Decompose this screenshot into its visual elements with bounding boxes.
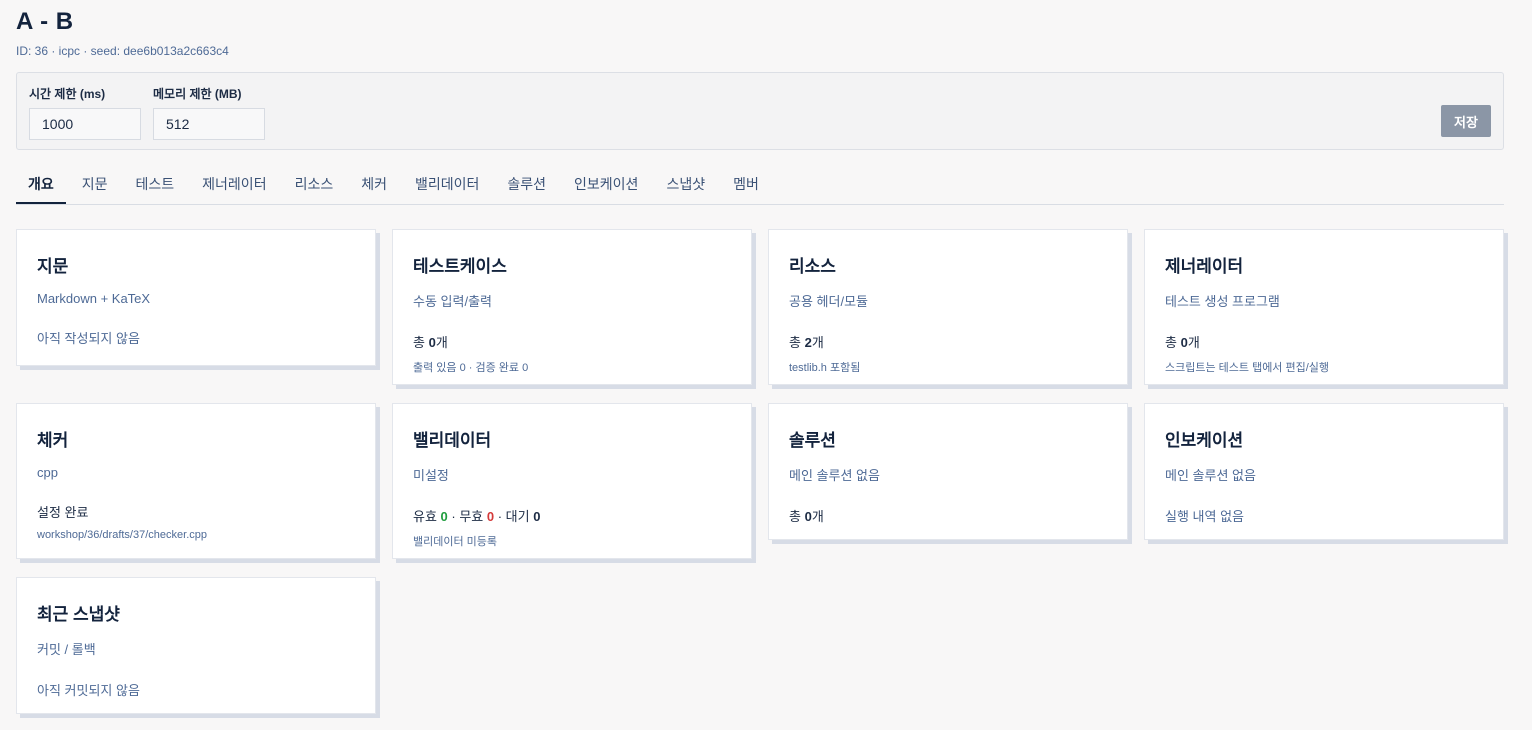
card-title: 리소스: [789, 257, 836, 276]
card-note: testlib.h 포함됨: [789, 362, 861, 374]
card-status: 아직 커밋되지 않음: [37, 683, 140, 698]
problem-overview-page: A - B ID: 36 · icpc · seed: dee6b013a2c6…: [0, 0, 1532, 730]
card-stat: 총 2개: [789, 335, 824, 350]
snapshot-card[interactable]: 최근 스냅샷 커밋 / 롤백 아직 커밋되지 않음: [16, 577, 376, 714]
card-stat: 설정 완료: [37, 505, 89, 520]
card-subtitle: 테스트 생성 프로그램: [1165, 294, 1280, 309]
card-stat: 총 0개: [413, 335, 448, 350]
statement-card[interactable]: 지문 Markdown + KaTeX 아직 작성되지 않음: [16, 229, 376, 366]
card-title: 제너레이터: [1165, 257, 1244, 276]
validator-card[interactable]: 밸리데이터 미설정 유효 0 · 무효 0 · 대기 0 밸리데이터 미등록: [392, 403, 752, 559]
tab-members[interactable]: 멤버: [721, 164, 771, 204]
card-subtitle: 메인 솔루션 없음: [1165, 468, 1256, 483]
card-subtitle: 커밋 / 롤백: [37, 642, 96, 657]
testcase-count: 0: [428, 335, 436, 350]
resource-count: 2: [804, 335, 812, 350]
tab-validator[interactable]: 밸리데이터: [403, 164, 491, 204]
memory-limit-field: 메모리 제한 (MB): [153, 85, 265, 140]
tab-solution[interactable]: 솔루션: [495, 164, 558, 204]
card-title: 지문: [37, 257, 69, 276]
card-title: 인보케이션: [1165, 431, 1244, 450]
tab-tests[interactable]: 테스트: [124, 164, 187, 204]
valid-count: 0: [440, 509, 448, 524]
card-stat: 총 0개: [1165, 335, 1200, 350]
card-title: 밸리데이터: [413, 431, 492, 450]
memory-limit-label: 메모리 제한 (MB): [153, 87, 242, 101]
card-note: workshop/36/drafts/37/checker.cpp: [37, 529, 207, 541]
card-note: 스크립트는 테스트 탭에서 편집/실행: [1165, 362, 1330, 374]
resources-card[interactable]: 리소스 공용 헤더/모듈 총 2개 testlib.h 포함됨: [768, 229, 1128, 385]
time-limit-field: 시간 제한 (ms): [29, 85, 141, 140]
time-limit-input[interactable]: [29, 108, 141, 140]
save-button[interactable]: 저장: [1441, 105, 1491, 137]
time-limit-label: 시간 제한 (ms): [29, 87, 106, 101]
pending-count: 0: [533, 509, 541, 524]
card-note: 출력 있음 0 · 검증 완료 0: [413, 362, 529, 374]
page-title: A - B: [16, 8, 74, 35]
tab-invocation[interactable]: 인보케이션: [562, 164, 650, 204]
invocation-card[interactable]: 인보케이션 메인 솔루션 없음 실행 내역 없음: [1144, 403, 1504, 540]
tab-generator[interactable]: 제너레이터: [190, 164, 278, 204]
card-subtitle: 공용 헤더/모듈: [789, 294, 868, 309]
tab-bar: 개요 지문 테스트 제너레이터 리소스 체커 밸리데이터 솔루션 인보케이션 스…: [16, 164, 1504, 205]
card-title: 최근 스냅샷: [37, 605, 120, 624]
tab-overview[interactable]: 개요: [16, 164, 66, 204]
card-status: 실행 내역 없음: [1165, 509, 1244, 524]
limits-panel: 시간 제한 (ms) 메모리 제한 (MB) 저장: [16, 72, 1504, 150]
tab-snapshot[interactable]: 스냅샷: [654, 164, 717, 204]
memory-limit-input[interactable]: [153, 108, 265, 140]
solution-count: 0: [804, 509, 812, 524]
generator-card[interactable]: 제너레이터 테스트 생성 프로그램 총 0개 스크립트는 테스트 탭에서 편집/…: [1144, 229, 1504, 385]
tab-checker[interactable]: 체커: [349, 164, 399, 204]
testcases-card[interactable]: 테스트케이스 수동 입력/출력 총 0개 출력 있음 0 · 검증 완료 0: [392, 229, 752, 385]
overview-cards: 지문 Markdown + KaTeX 아직 작성되지 않음 테스트케이스 수동…: [16, 229, 1508, 729]
card-subtitle: 수동 입력/출력: [413, 294, 492, 309]
card-title: 체커: [37, 431, 69, 450]
card-title: 솔루션: [789, 431, 836, 450]
card-status: 아직 작성되지 않음: [37, 331, 140, 346]
problem-meta: ID: 36 · icpc · seed: dee6b013a2c663c4: [16, 44, 229, 58]
solution-card[interactable]: 솔루션 메인 솔루션 없음 총 0개: [768, 403, 1128, 540]
card-stat: 유효 0 · 무효 0 · 대기 0: [413, 509, 541, 524]
tab-statement[interactable]: 지문: [70, 164, 120, 204]
card-title: 테스트케이스: [413, 257, 507, 276]
card-subtitle: Markdown + KaTeX: [37, 291, 151, 306]
card-note: 밸리데이터 미등록: [413, 536, 498, 548]
card-subtitle: cpp: [37, 465, 58, 480]
card-subtitle: 메인 솔루션 없음: [789, 468, 880, 483]
tab-resources[interactable]: 리소스: [283, 164, 346, 204]
checker-card[interactable]: 체커 cpp 설정 완료 workshop/36/drafts/37/check…: [16, 403, 376, 559]
card-stat: 총 0개: [789, 509, 824, 524]
generator-count: 0: [1180, 335, 1188, 350]
card-subtitle: 미설정: [413, 468, 449, 483]
